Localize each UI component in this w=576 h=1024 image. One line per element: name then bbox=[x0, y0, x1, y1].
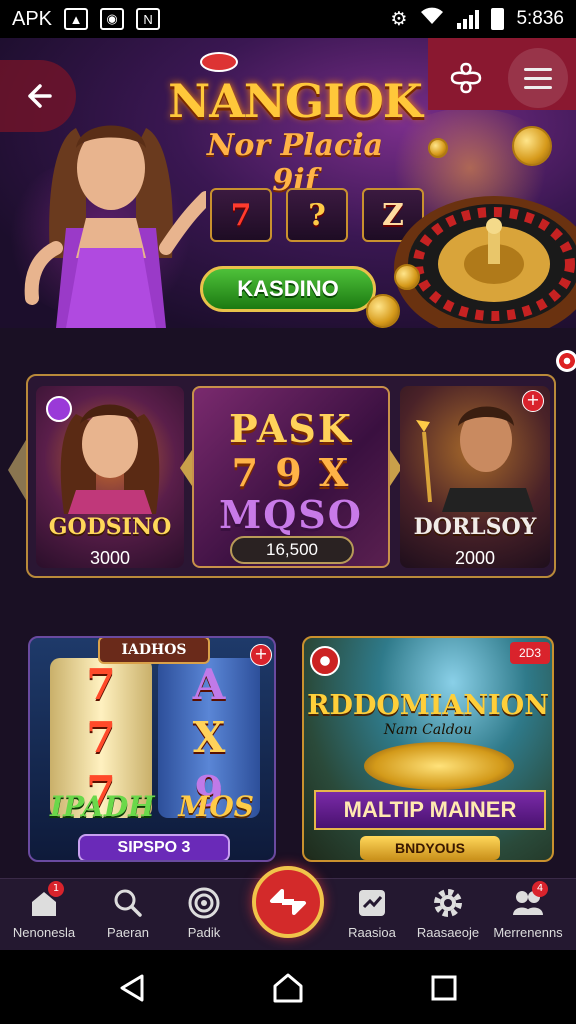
slot-tile: 7 bbox=[210, 188, 272, 242]
game-label: IADHOS bbox=[98, 638, 210, 664]
promo-button[interactable]: BNDYOUS bbox=[360, 836, 500, 860]
image-icon: ▲ bbox=[64, 8, 89, 30]
reel-symbol: 7 bbox=[86, 713, 116, 763]
apk-label: APK bbox=[12, 7, 53, 30]
status-time: 5:836 bbox=[516, 8, 564, 29]
dice-decoration bbox=[556, 350, 576, 372]
screen: APK ▲ ◉ N ⚙ 5:836 NANGIOK Nor Placia 9if… bbox=[0, 0, 576, 1024]
group-icon: 4 bbox=[510, 881, 548, 921]
target-icon bbox=[186, 885, 222, 921]
signal-icon bbox=[457, 9, 480, 29]
clover-icon bbox=[450, 62, 482, 94]
search-icon bbox=[110, 885, 146, 921]
nav-item-members[interactable]: 4 Merrenenns bbox=[486, 881, 570, 940]
featured-card[interactable]: GODSINO 3000 bbox=[36, 386, 184, 568]
card-prev-arrow[interactable] bbox=[180, 450, 192, 486]
coin-decoration bbox=[512, 126, 552, 166]
featured-card-slot[interactable]: PASK 7 9 X MQSO 16,500 bbox=[192, 386, 390, 568]
nav-label: Merrenenns bbox=[493, 925, 563, 940]
slot-line: PASK bbox=[229, 406, 353, 451]
promo-banner: MALTIP MAINER bbox=[314, 790, 546, 830]
nfc-icon: N bbox=[136, 8, 161, 30]
coin-decoration bbox=[394, 264, 420, 290]
nav-label: Raasioa bbox=[348, 925, 396, 940]
nav-label: Nenonesla bbox=[12, 925, 76, 940]
wifi-icon bbox=[419, 6, 445, 32]
game-title-left: IPADH bbox=[50, 790, 155, 823]
logo-badge bbox=[200, 52, 238, 72]
card-title: DORLSOY bbox=[413, 514, 537, 540]
nav-item-home[interactable]: 1 Nenonesla bbox=[2, 881, 86, 940]
host-portrait bbox=[416, 406, 534, 512]
system-back-button[interactable] bbox=[112, 968, 152, 1008]
promo-subtitle: Nam Caldou bbox=[383, 722, 473, 738]
square-recents-icon bbox=[431, 975, 457, 1001]
game-tag: 2D3 bbox=[510, 642, 550, 664]
game-card-promo[interactable]: 2D3 RDDOMIANION Nam Caldou MALTIP MAINER… bbox=[302, 636, 554, 862]
system-recents-button[interactable] bbox=[424, 968, 464, 1008]
center-action-button[interactable] bbox=[252, 866, 324, 938]
nav-label: Paeran bbox=[107, 925, 149, 940]
system-nav-bar bbox=[0, 950, 576, 1024]
coin-decoration bbox=[366, 294, 400, 328]
battery-icon bbox=[491, 8, 505, 30]
nav-label: Raasaeoje bbox=[416, 925, 480, 940]
home-icon: 1 bbox=[26, 881, 64, 921]
game-button[interactable]: SIPSPO 3 bbox=[78, 834, 230, 860]
menu-button[interactable] bbox=[508, 48, 568, 108]
home-outline-icon bbox=[273, 973, 303, 1003]
triangle-back-icon bbox=[120, 974, 144, 1002]
hostess-illustration bbox=[24, 125, 206, 328]
slot-tile: ? bbox=[286, 188, 348, 242]
exchange-arrows-icon bbox=[270, 889, 306, 915]
clover-button[interactable] bbox=[444, 56, 488, 100]
featured-carousel: GODSINO 3000 PASK 7 9 X MQSO 16,500 + DO… bbox=[26, 374, 556, 578]
settings-status-icon: ⚙ bbox=[390, 8, 408, 30]
reel-symbol: A bbox=[192, 660, 226, 710]
nav-item-settings[interactable]: Raasaeoje bbox=[406, 885, 490, 940]
reel-symbol: X bbox=[192, 713, 226, 763]
nav-item-target[interactable]: Padik bbox=[162, 885, 246, 940]
play-button[interactable]: KASDINO bbox=[200, 266, 376, 312]
hamburger-menu-icon bbox=[524, 67, 552, 71]
game-title: IPADH MOS bbox=[30, 790, 274, 823]
card-title: GODSINO bbox=[48, 514, 172, 540]
gold-pile-illustration bbox=[364, 742, 514, 790]
add-badge-icon: + bbox=[250, 644, 272, 666]
coin-decoration bbox=[428, 138, 448, 158]
slot-line: MQSO bbox=[219, 492, 363, 537]
notification-badge: 1 bbox=[48, 881, 64, 897]
poker-chip-decoration bbox=[310, 646, 340, 676]
nav-item-records[interactable]: Raasioa bbox=[330, 885, 414, 940]
card-value: 3000 bbox=[89, 548, 131, 568]
hero-banner[interactable]: NANGIOK Nor Placia 9if 7 ? Z KASDINO bbox=[0, 38, 576, 328]
reel-symbol: 7 bbox=[86, 660, 116, 710]
slot-line: 7 9 X bbox=[231, 450, 351, 495]
gear-icon bbox=[430, 885, 466, 921]
game-title-right: MOS bbox=[178, 790, 254, 823]
carousel-prev-arrow[interactable] bbox=[8, 440, 26, 500]
card-value: 2000 bbox=[454, 548, 496, 568]
nav-label: Padik bbox=[187, 925, 221, 940]
chart-icon bbox=[354, 885, 390, 921]
card-value-pill: 16,500 bbox=[230, 536, 354, 564]
hostess-portrait bbox=[60, 404, 160, 514]
app-icon: ◉ bbox=[100, 8, 125, 30]
status-bar: APK ▲ ◉ N ⚙ 5:836 bbox=[0, 0, 576, 38]
notification-badge: 4 bbox=[532, 881, 548, 897]
roulette-wheel-illustration bbox=[394, 196, 576, 328]
game-card-slots[interactable]: 7 7 7 A X 9 IADHOS + IPADH MOS SIPSPO 3 bbox=[28, 636, 276, 862]
featured-card[interactable]: + DORLSOY 2000 bbox=[400, 386, 550, 568]
nav-item-search[interactable]: Paeran bbox=[86, 885, 170, 940]
system-home-button[interactable] bbox=[268, 968, 308, 1008]
promo-title: RDDOMIANION bbox=[307, 690, 549, 721]
